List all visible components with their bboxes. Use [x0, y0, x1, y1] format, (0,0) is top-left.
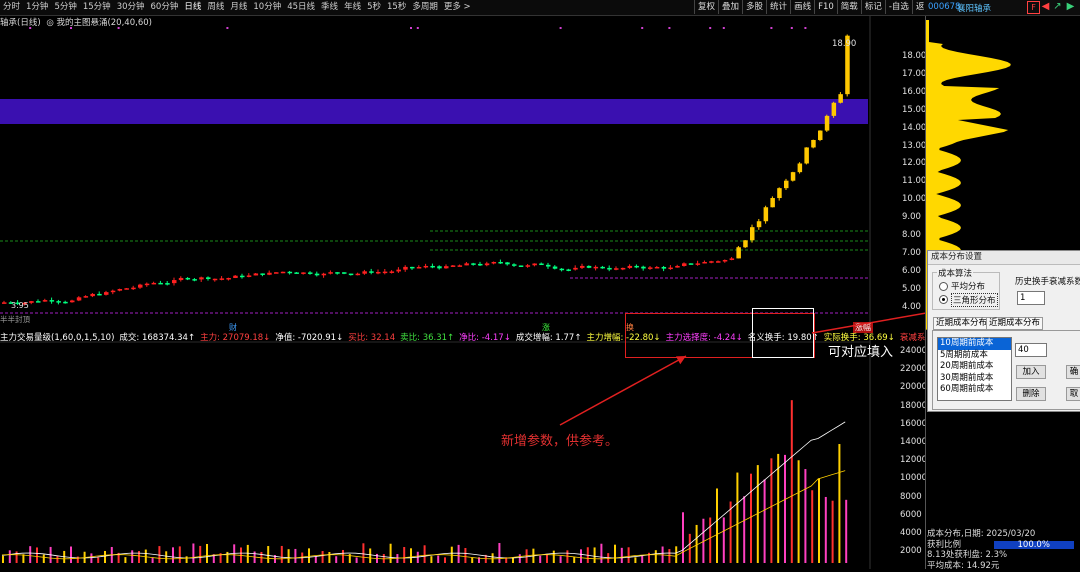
period-list[interactable]: 10周期前成本 5周期前成本 20周期前成本 30周期前成本 60周期前成本	[937, 337, 1012, 401]
period-list-item[interactable]: 10周期前成本	[938, 338, 1011, 350]
period-input[interactable]: 40	[1015, 343, 1047, 357]
profit-note: 8.13处获利盘: 2.3%	[927, 550, 1008, 560]
period-list-item[interactable]: 30周期前成本	[938, 373, 1011, 385]
profit-label: 获利比例	[927, 539, 962, 550]
cost-settings-dialog: 成本分布设置 成本算法 平均分布 三角形分布 历史换手衰减系数 1 近期成本分布…	[927, 250, 1080, 412]
annotation-fill-in: 可对应填入	[828, 345, 894, 360]
cost-date: 成本分布,日期: 2025/03/20	[927, 529, 1036, 539]
cost-info: 成本分布,日期: 2025/03/20 获利比例 100.0% 8.13处获利盘…	[927, 529, 1077, 571]
forward-icon[interactable]: ▶	[1065, 1, 1076, 12]
stock-name: 襄阳轴承	[957, 4, 992, 14]
tab-recent-cost-2[interactable]: 近期成本分布	[986, 317, 1044, 330]
cancel-button[interactable]: 取	[1066, 387, 1080, 401]
period-list-item[interactable]: 60周期前成本	[938, 384, 1011, 396]
radio-triangle[interactable]	[939, 295, 948, 304]
algo-group-label: 成本算法	[937, 267, 974, 279]
period-list-item[interactable]: 5周期前成本	[938, 350, 1011, 362]
avg-cost: 平均成本: 14.92元	[927, 560, 1000, 571]
annotation-new-params: 新增参数，供参考。	[501, 434, 619, 449]
annotation-arrows	[559, 294, 1019, 426]
stock-code: 000678	[928, 2, 961, 12]
stock-header: 000678 襄阳轴承 F ◀ ↗ ▶	[925, 0, 1080, 16]
delete-button[interactable]: 删除	[1016, 387, 1046, 401]
chart-up-icon[interactable]: ↗	[1052, 1, 1063, 12]
decay-label: 历史换手衰减系数	[1015, 277, 1080, 287]
decay-input[interactable]: 1	[1017, 291, 1045, 305]
algo-option-triangle[interactable]: 三角形分布	[951, 293, 998, 307]
f-icon[interactable]: F	[1027, 1, 1040, 14]
period-list-item[interactable]: 20周期前成本	[938, 361, 1011, 373]
profit-value: 100.0%	[993, 540, 1074, 549]
confirm-button[interactable]: 确	[1066, 365, 1080, 379]
radio-average[interactable]	[939, 282, 948, 291]
profit-row: 获利比例 100.0%	[927, 540, 1077, 551]
tab-recent-cost-1[interactable]: 近期成本分布	[933, 317, 991, 330]
algo-option-average[interactable]: 平均分布	[951, 280, 985, 292]
dialog-title: 成本分布设置	[928, 251, 1080, 265]
add-button[interactable]: 加入	[1016, 365, 1046, 379]
back-icon[interactable]: ◀	[1040, 1, 1051, 12]
